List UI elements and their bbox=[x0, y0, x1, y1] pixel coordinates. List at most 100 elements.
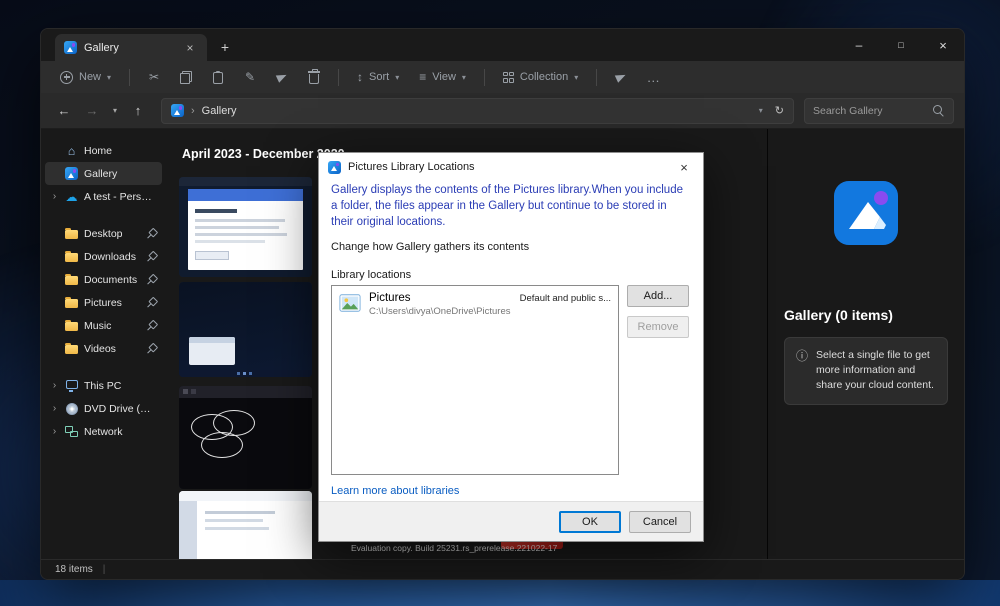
navigation-pane: ⌂ Home Gallery › ☁ A test - Personal bbox=[41, 129, 166, 559]
toolbar-divider bbox=[484, 69, 485, 86]
expand-chevron-icon[interactable]: › bbox=[50, 191, 59, 202]
pictures-library-icon bbox=[339, 292, 361, 314]
close-button[interactable]: × bbox=[922, 29, 964, 61]
library-location-texts: Pictures C:\Users\divya\OneDrive\Picture… bbox=[369, 292, 510, 317]
search-box[interactable] bbox=[804, 98, 954, 124]
collection-label: Collection bbox=[520, 71, 568, 83]
ok-button[interactable]: OK bbox=[559, 511, 621, 533]
thumbnail-artwork bbox=[195, 219, 285, 222]
collection-dropdown[interactable]: Collection ▾ bbox=[494, 66, 587, 88]
delete-button[interactable] bbox=[299, 65, 329, 89]
new-button[interactable]: New ▾ bbox=[51, 66, 120, 89]
thumbnail-artwork bbox=[249, 372, 252, 375]
details-title: Gallery (0 items) bbox=[784, 307, 948, 323]
breadcrumb-separator: › bbox=[191, 105, 195, 117]
sidebar-item-documents[interactable]: Documents bbox=[45, 268, 162, 291]
sidebar-item-network[interactable]: › Network bbox=[45, 420, 162, 443]
sidebar-item-label: Home bbox=[84, 145, 157, 157]
sidebar-item-videos[interactable]: Videos bbox=[45, 337, 162, 360]
add-button[interactable]: Add... bbox=[627, 285, 689, 307]
copy-icon bbox=[180, 71, 192, 84]
thumbnail-artwork bbox=[179, 386, 312, 398]
details-info-card: ⓘ Select a single file to get more infor… bbox=[784, 337, 948, 405]
thumbnail-artwork bbox=[183, 389, 188, 394]
sidebar-item-label: Videos bbox=[84, 343, 142, 355]
chevron-down-icon: ▾ bbox=[107, 73, 111, 82]
refresh-button[interactable]: ↻ bbox=[775, 104, 784, 117]
library-location-item[interactable]: Pictures C:\Users\divya\OneDrive\Picture… bbox=[335, 289, 615, 320]
library-locations-label: Library locations bbox=[331, 269, 691, 281]
forward-button[interactable]: → bbox=[79, 98, 105, 124]
cut-button[interactable]: ✂ bbox=[139, 65, 169, 89]
remove-button[interactable]: Remove bbox=[627, 316, 689, 338]
rename-button[interactable]: ✎ bbox=[235, 65, 265, 89]
tab-close-icon[interactable]: × bbox=[182, 40, 198, 56]
breadcrumb-location[interactable]: Gallery bbox=[202, 105, 237, 117]
thumbnail-artwork bbox=[205, 511, 275, 514]
network-icon bbox=[65, 426, 78, 437]
expand-chevron-icon[interactable]: › bbox=[50, 380, 59, 391]
dialog-title-bar[interactable]: Pictures Library Locations × bbox=[319, 153, 703, 181]
thumbnail-artwork bbox=[179, 491, 312, 501]
sidebar-item-desktop[interactable]: Desktop bbox=[45, 222, 162, 245]
share-pane-button[interactable] bbox=[606, 65, 636, 89]
thumbnail-artwork bbox=[179, 177, 312, 186]
expand-chevron-icon[interactable]: › bbox=[50, 403, 59, 414]
sidebar-item-music[interactable]: Music bbox=[45, 314, 162, 337]
thumbnail-artwork bbox=[201, 432, 243, 458]
breadcrumb[interactable]: › Gallery ▾ ↻ bbox=[161, 98, 794, 124]
back-button[interactable]: ← bbox=[51, 98, 77, 124]
cancel-button[interactable]: Cancel bbox=[629, 511, 691, 533]
folder-icon bbox=[65, 322, 78, 332]
sort-dropdown[interactable]: ↕ Sort ▾ bbox=[348, 66, 408, 88]
dialog-gather-text: Change how Gallery gathers its contents bbox=[331, 241, 691, 253]
sidebar-item-dvd-drive[interactable]: › DVD Drive (D:) CCC bbox=[45, 397, 162, 420]
minimize-button[interactable]: – bbox=[838, 29, 880, 61]
folder-icon bbox=[65, 345, 78, 355]
sidebar-item-gallery[interactable]: Gallery bbox=[45, 162, 162, 185]
paste-button[interactable] bbox=[203, 65, 233, 89]
thumbnail-artwork bbox=[237, 372, 240, 375]
view-dropdown[interactable]: ≡ View ▾ bbox=[410, 66, 475, 88]
gallery-thumbnail[interactable] bbox=[179, 282, 312, 377]
sidebar-item-label: Documents bbox=[84, 274, 142, 286]
pin-icon bbox=[147, 252, 157, 262]
more-options-button[interactable]: … bbox=[638, 65, 668, 89]
gallery-thumbnail[interactable] bbox=[179, 386, 312, 489]
share-icon bbox=[276, 71, 288, 82]
details-info-text: Select a single file to get more informa… bbox=[816, 348, 936, 394]
sidebar-item-this-pc[interactable]: › This PC bbox=[45, 374, 162, 397]
desktop: Gallery × + – □ × New ▾ ✂ bbox=[0, 0, 1000, 606]
sidebar-item-label: Downloads bbox=[84, 251, 142, 263]
sidebar-item-onedrive[interactable]: › ☁ A test - Personal bbox=[45, 185, 162, 208]
learn-more-link[interactable]: Learn more about libraries bbox=[331, 485, 691, 497]
address-dropdown-icon[interactable]: ▾ bbox=[759, 106, 763, 115]
chevron-down-icon: ▾ bbox=[574, 73, 578, 82]
view-icon: ≡ bbox=[419, 71, 426, 83]
recent-locations-button[interactable]: ▾ bbox=[107, 98, 123, 124]
new-tab-button[interactable]: + bbox=[213, 35, 237, 59]
new-button-label: New bbox=[79, 71, 101, 83]
library-locations-row: Pictures C:\Users\divya\OneDrive\Picture… bbox=[331, 285, 691, 475]
send-icon bbox=[615, 71, 627, 82]
expand-chevron-icon[interactable]: › bbox=[50, 426, 59, 437]
thumbnail-artwork bbox=[188, 189, 303, 201]
gallery-thumbnail[interactable] bbox=[179, 491, 312, 559]
library-location-name: Pictures bbox=[369, 292, 510, 304]
dialog-close-button[interactable]: × bbox=[667, 155, 701, 179]
sidebar-item-downloads[interactable]: Downloads bbox=[45, 245, 162, 268]
sidebar-item-pictures[interactable]: Pictures bbox=[45, 291, 162, 314]
chevron-down-icon: ▾ bbox=[462, 73, 466, 82]
sidebar-item-home[interactable]: ⌂ Home bbox=[45, 139, 162, 162]
delete-icon bbox=[309, 74, 319, 84]
maximize-button[interactable]: □ bbox=[880, 29, 922, 61]
copy-button[interactable] bbox=[171, 65, 201, 89]
library-locations-listbox[interactable]: Pictures C:\Users\divya\OneDrive\Picture… bbox=[331, 285, 619, 475]
gallery-thumbnail[interactable] bbox=[179, 177, 312, 277]
search-input[interactable] bbox=[813, 105, 927, 117]
items-count: 18 items bbox=[55, 564, 93, 575]
up-button[interactable]: ↑ bbox=[125, 98, 151, 124]
share-button[interactable] bbox=[267, 65, 297, 89]
thumbnail-artwork bbox=[189, 337, 235, 343]
tab-gallery[interactable]: Gallery × bbox=[55, 34, 207, 61]
